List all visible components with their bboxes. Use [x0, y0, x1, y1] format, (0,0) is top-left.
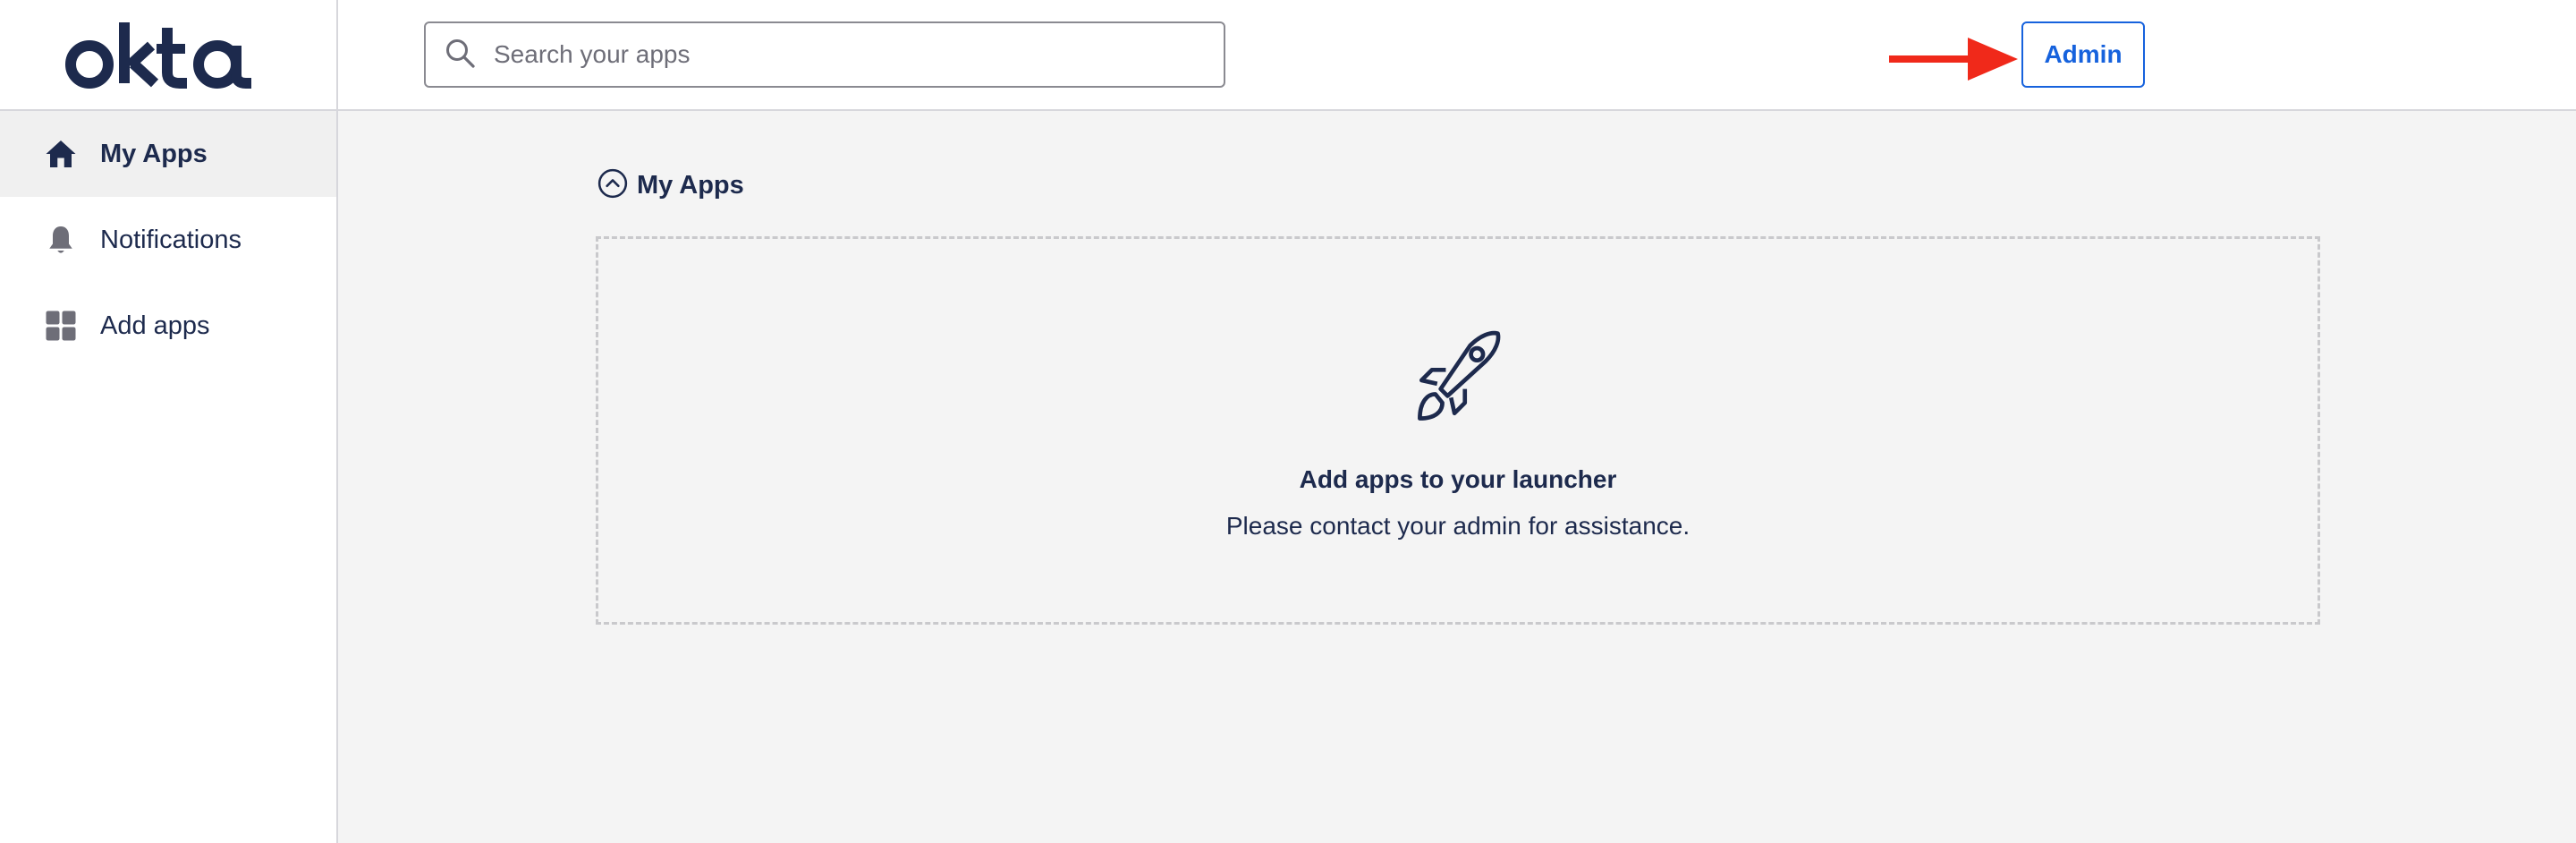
- sidebar-item-label: My Apps: [100, 139, 208, 168]
- empty-state: Add apps to your launcher Please contact…: [596, 236, 2320, 625]
- main-content: My Apps Add apps to your launcher Please…: [338, 111, 2576, 843]
- okta-dashboard: My Apps Notifications Add apps Search yo…: [0, 0, 2576, 843]
- top-header: Admin: [338, 0, 2576, 111]
- admin-button[interactable]: Admin: [2021, 21, 2145, 88]
- home-icon: [43, 136, 79, 172]
- search-icon: [444, 37, 492, 73]
- sidebar-item-label: Notifications: [100, 225, 242, 254]
- sidebar-item-my-apps[interactable]: My Apps: [0, 111, 336, 197]
- chevron-up-circle-icon: [597, 168, 637, 203]
- section-title: My Apps: [637, 171, 744, 200]
- sidebar: My Apps Notifications Add apps: [0, 0, 338, 843]
- okta-logo[interactable]: [0, 0, 336, 111]
- bell-icon: [43, 222, 79, 258]
- rocket-icon: [1402, 323, 1513, 439]
- empty-state-title: Add apps to your launcher: [1299, 465, 1617, 493]
- sidebar-item-notifications[interactable]: Notifications: [0, 197, 336, 283]
- annotation-arrow-icon: [1889, 38, 2018, 81]
- okta-logo-mark: [65, 22, 251, 89]
- sidebar-item-label: Add apps: [100, 311, 210, 340]
- search-input[interactable]: [492, 39, 1190, 70]
- empty-state-subtitle: Please contact your admin for assistance…: [1225, 512, 1690, 540]
- search-box[interactable]: [424, 21, 1225, 88]
- grid-icon: [43, 308, 79, 344]
- my-apps-section-toggle[interactable]: My Apps: [597, 168, 744, 203]
- sidebar-item-add-apps[interactable]: Add apps: [0, 283, 336, 369]
